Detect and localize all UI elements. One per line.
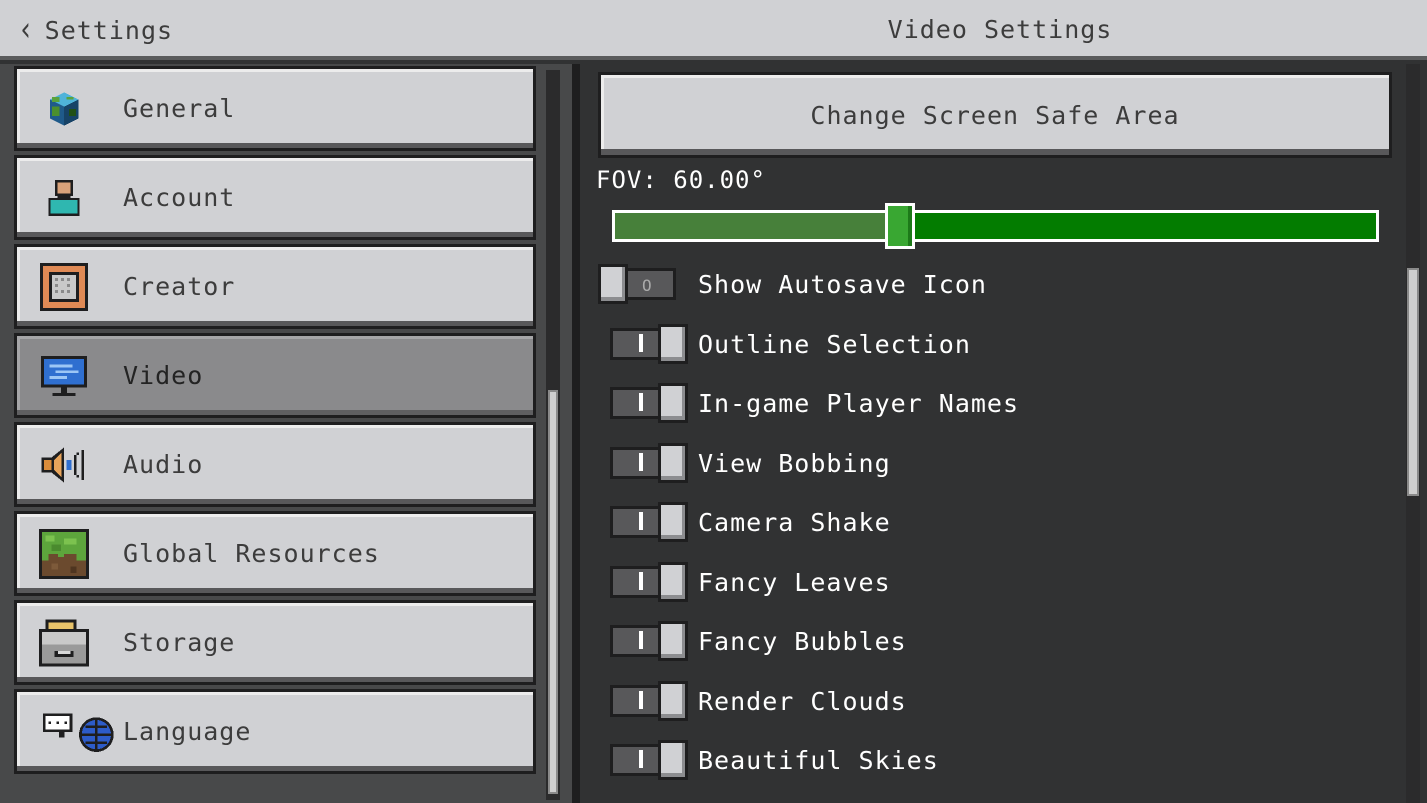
toggle-switch[interactable]	[610, 324, 688, 364]
sidebar-item-audio[interactable]: Audio	[14, 422, 536, 507]
toggle-on-indicator-icon	[639, 631, 643, 649]
toggle-knob[interactable]	[658, 621, 688, 661]
storage-drawer-icon	[37, 616, 91, 670]
toggle-on-indicator-icon	[639, 453, 643, 471]
fov-slider-thumb[interactable]	[885, 203, 915, 249]
toggle-off-indicator-icon: O	[642, 276, 652, 295]
sidebar-scrollbar-thumb[interactable]	[548, 390, 558, 794]
toggle-label: Outline Selection	[698, 329, 971, 359]
toggle-label: Render Clouds	[698, 686, 907, 716]
speaker-icon	[37, 438, 91, 492]
fov-slider-track	[900, 213, 1376, 239]
toggle-knob[interactable]	[658, 443, 688, 483]
toggle-switch[interactable]	[610, 383, 688, 423]
toggle-on-indicator-icon	[639, 334, 643, 352]
sidebar-item-label: Global Resources	[123, 539, 380, 568]
monitor-icon	[37, 349, 91, 403]
toggle-label: Fancy Leaves	[698, 567, 891, 597]
sidebar-item-label: Language	[123, 717, 252, 746]
toggle-knob[interactable]	[658, 681, 688, 721]
toggle-switch[interactable]	[610, 621, 688, 661]
toggle-row[interactable]: View Bobbing	[598, 439, 1378, 487]
toggle-on-indicator-icon	[639, 393, 643, 411]
language-globe-icon	[35, 705, 131, 759]
back-button[interactable]: ‹ Settings	[18, 12, 173, 48]
toggle-row[interactable]: O Show Autosave Icon	[598, 260, 1378, 308]
command-block-icon	[37, 260, 91, 314]
panel-scrollbar-thumb[interactable]	[1407, 268, 1419, 496]
grass-block-icon	[37, 527, 91, 581]
back-button-label: Settings	[44, 15, 174, 45]
sidebar-item-video[interactable]: Video	[14, 333, 536, 418]
toggle-switch[interactable]	[610, 502, 688, 542]
settings-sidebar: General Account Creator Video Audio Glob…	[0, 64, 572, 803]
sidebar-item-label: Audio	[123, 450, 204, 479]
toggle-knob[interactable]	[658, 324, 688, 364]
video-settings-panel: Change Screen Safe Area FOV: 60.00° O Sho…	[580, 64, 1427, 803]
globe-icon	[37, 82, 91, 136]
sidebar-item-creator[interactable]: Creator	[14, 244, 536, 329]
toggle-switch[interactable]: O	[598, 264, 676, 304]
toggle-on-indicator-icon	[639, 691, 643, 709]
toggle-row[interactable]: Outline Selection	[598, 320, 1378, 368]
toggle-row[interactable]: Render Clouds	[598, 677, 1378, 725]
sidebar-item-storage[interactable]: Storage	[14, 600, 536, 685]
toggle-on-indicator-icon	[639, 750, 643, 768]
fov-slider-fill	[615, 213, 900, 239]
toggle-on-indicator-icon	[639, 572, 643, 590]
page-title: Video Settings	[887, 15, 1113, 44]
toggle-switch[interactable]	[610, 443, 688, 483]
account-icon	[37, 171, 91, 225]
sidebar-item-label: Storage	[123, 628, 236, 657]
toggle-label: Fancy Bubbles	[698, 626, 907, 656]
chevron-left-icon: ‹	[18, 10, 35, 50]
panel-divider	[572, 64, 580, 803]
toggle-knob[interactable]	[658, 502, 688, 542]
sidebar-item-global-resources[interactable]: Global Resources	[14, 511, 536, 596]
sidebar-item-label: Creator	[123, 272, 236, 301]
fov-slider[interactable]	[612, 203, 1379, 249]
toggle-row[interactable]: Beautiful Skies	[598, 736, 1378, 784]
toggle-row[interactable]: In-game Player Names	[598, 379, 1378, 427]
sidebar-item-general[interactable]: General	[14, 66, 536, 151]
sidebar-item-label: Account	[123, 183, 236, 212]
toggle-on-indicator-icon	[639, 512, 643, 530]
toggle-knob[interactable]	[658, 562, 688, 602]
toggle-switch[interactable]	[610, 740, 688, 780]
sidebar-item-account[interactable]: Account	[14, 155, 536, 240]
sidebar-item-label: General	[123, 94, 236, 123]
toggle-row[interactable]: Fancy Leaves	[598, 558, 1378, 606]
toggle-label: Camera Shake	[698, 507, 891, 537]
toggle-row[interactable]: Camera Shake	[598, 498, 1378, 546]
toggle-knob[interactable]	[598, 264, 628, 304]
sidebar-item-language[interactable]: Language	[14, 689, 536, 774]
header-bar: ‹ Settings Video Settings	[0, 0, 1427, 60]
toggle-label: In-game Player Names	[698, 388, 1020, 418]
fov-label: FOV: 60.00°	[596, 166, 766, 194]
toggle-knob[interactable]	[658, 383, 688, 423]
toggle-knob[interactable]	[658, 740, 688, 780]
toggle-label: View Bobbing	[698, 448, 891, 478]
toggle-label: Show Autosave Icon	[698, 269, 987, 299]
toggle-switch[interactable]	[610, 681, 688, 721]
sidebar-item-label: Video	[123, 361, 204, 390]
change-screen-safe-area-button[interactable]: Change Screen Safe Area	[598, 72, 1392, 158]
toggle-label: Beautiful Skies	[698, 745, 939, 775]
toggle-row[interactable]: Fancy Bubbles	[598, 617, 1378, 665]
toggle-switch[interactable]	[610, 562, 688, 602]
